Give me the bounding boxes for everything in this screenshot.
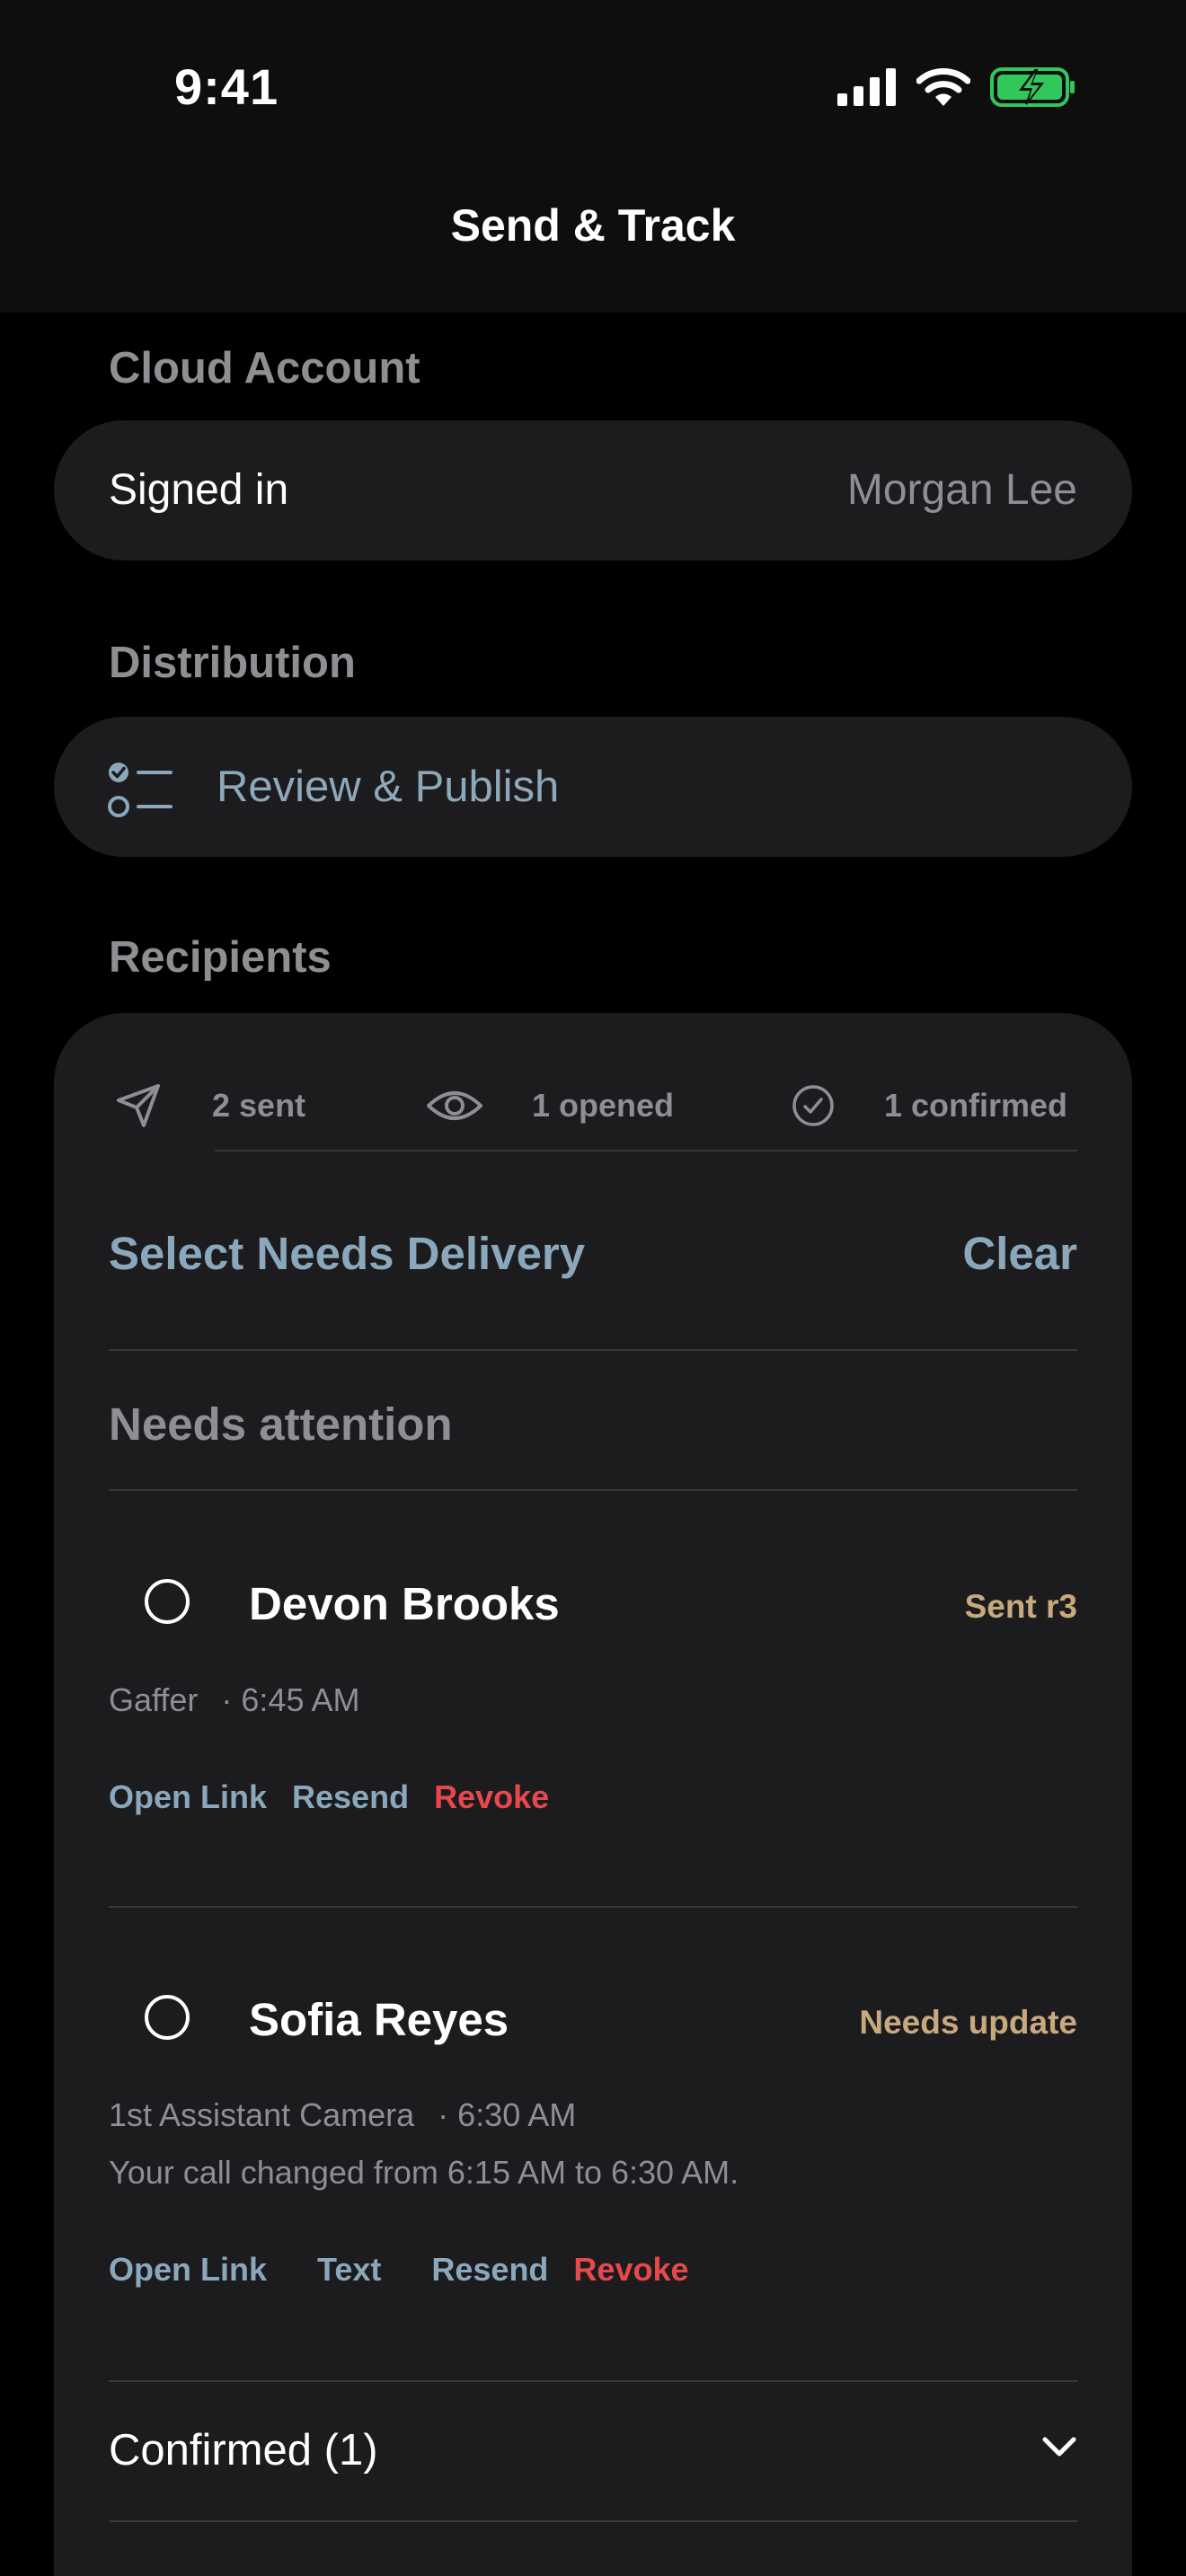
chevron-down-icon[interactable] xyxy=(1041,2436,1077,2459)
divider xyxy=(109,1349,1077,1351)
status-time: 9:41 xyxy=(174,58,279,115)
confirmed-count: 1 confirmed xyxy=(884,1087,1068,1124)
resend-button[interactable]: Resend xyxy=(292,1778,409,1816)
recipient-meta: 1st Assistant Camera · 6:30 AM xyxy=(109,2096,576,2134)
recipient-actions: Open Link Text Resend Revoke xyxy=(109,2251,714,2289)
signed-in-label: Signed in xyxy=(109,466,289,514)
revoke-button[interactable]: Revoke xyxy=(573,2251,688,2289)
wifi-icon xyxy=(916,68,970,106)
battery-charging-icon xyxy=(990,67,1075,107)
recipient-name: Sofia Reyes xyxy=(249,1994,509,2045)
select-needs-delivery-button[interactable]: Select Needs Delivery xyxy=(109,1227,585,1280)
signed-in-user: Morgan Lee xyxy=(846,466,1077,514)
opened-count: 1 opened xyxy=(532,1087,675,1124)
recipient-status-badge: Needs update xyxy=(859,2004,1077,2041)
recipient-actions: Open Link Resend Revoke xyxy=(109,1778,574,1816)
resend-button[interactable]: Resend xyxy=(431,2251,548,2289)
clear-button[interactable]: Clear xyxy=(962,1227,1077,1280)
recipient-name: Devon Brooks xyxy=(249,1578,560,1629)
recipients-card: 2 sent 1 opened 1 confirmed Select Needs… xyxy=(54,1013,1132,2576)
recipient-time: · 6:30 AM xyxy=(438,2096,577,2133)
sent-count: 2 sent xyxy=(212,1087,306,1124)
open-link-button[interactable]: Open Link xyxy=(109,2251,267,2289)
open-link-button[interactable]: Open Link xyxy=(109,1778,267,1816)
page-title: Send & Track xyxy=(450,200,736,251)
recipients-section-label: Recipients xyxy=(109,933,332,982)
signal-icon xyxy=(837,68,896,106)
confirmed-group-toggle[interactable]: Confirmed (1) xyxy=(109,2425,378,2475)
review-publish-button[interactable]: Review & Publish xyxy=(54,717,1132,857)
divider xyxy=(109,1906,1077,1908)
confirmed-stat: 1 confirmed xyxy=(791,1056,1067,1155)
recipient-stats: 2 sent 1 opened 1 confirmed xyxy=(54,1056,1132,1155)
select-recipient-radio[interactable] xyxy=(145,1579,190,1624)
review-publish-label: Review & Publish xyxy=(217,763,560,811)
cloud-account-section-label: Cloud Account xyxy=(109,344,420,393)
select-recipient-radio[interactable] xyxy=(145,1995,190,2040)
recipient-note: Your call changed from 6:15 AM to 6:30 A… xyxy=(109,2154,739,2191)
recipient-role: Gaffer xyxy=(109,1681,199,1718)
recipient-status-badge: Sent r3 xyxy=(964,1588,1077,1625)
opened-stat: 1 opened xyxy=(426,1056,674,1155)
top-bar: 9:41 Send & Track xyxy=(0,0,1186,313)
divider xyxy=(109,2380,1077,2382)
eye-icon xyxy=(427,1091,482,1120)
sent-stat: 2 sent xyxy=(113,1056,305,1155)
revoke-button[interactable]: Revoke xyxy=(434,1778,549,1816)
distribution-section-label: Distribution xyxy=(109,639,356,687)
status-icons xyxy=(837,65,1076,110)
signed-in-row[interactable]: Signed in Morgan Lee xyxy=(54,420,1132,560)
recipient-role: 1st Assistant Camera xyxy=(109,2096,415,2133)
recipient-meta: Gaffer · 6:45 AM xyxy=(109,1681,359,1719)
needs-attention-header: Needs attention xyxy=(109,1398,453,1450)
checklist-icon xyxy=(108,763,173,817)
send-icon xyxy=(117,1084,160,1127)
text-button[interactable]: Text xyxy=(317,2251,381,2289)
divider xyxy=(109,2520,1077,2522)
divider xyxy=(109,1489,1077,1491)
check-circle-icon xyxy=(792,1085,834,1126)
stats-divider xyxy=(215,1150,1077,1151)
recipient-time: · 6:45 AM xyxy=(221,1681,360,1718)
